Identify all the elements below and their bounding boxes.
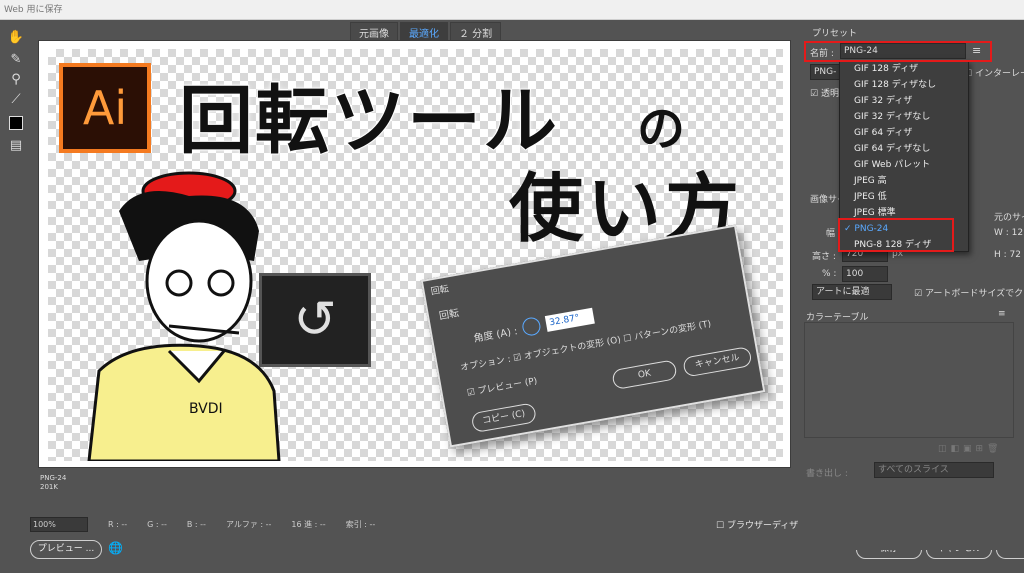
- preset-option[interactable]: GIF 128 ディザ: [840, 61, 968, 77]
- shirt-text: BVDI: [189, 401, 223, 417]
- readout-g: G : --: [147, 519, 167, 529]
- original-height-label: H :: [994, 250, 1007, 260]
- dialog-cancel-button: キャンセル: [682, 346, 753, 378]
- resample-select[interactable]: アートに最適: [812, 284, 892, 300]
- dialog-group-label: 回転: [438, 308, 460, 323]
- preset-option[interactable]: GIF Web パレット: [840, 157, 968, 173]
- eyedropper-icon[interactable]: ⟋: [7, 92, 25, 108]
- optimized-info: PNG-24 201K: [40, 474, 66, 492]
- browser-dither-checkbox[interactable]: ☐ ブラウザーディザ: [716, 518, 798, 531]
- transparency-checkbox[interactable]: ☑ 透明: [810, 86, 839, 99]
- dialog-preview-checkbox: ☑ プレビュー (P): [466, 376, 539, 399]
- dialog-ok-button: OK: [611, 359, 678, 391]
- readout-alpha: アルファ : --: [225, 519, 272, 529]
- preset-option[interactable]: GIF 64 ディザ: [840, 125, 968, 141]
- preset-option[interactable]: JPEG 高: [840, 173, 968, 189]
- export-select[interactable]: すべてのスライス: [874, 462, 994, 478]
- transparency-label: 透明: [820, 89, 839, 99]
- angle-label: 角度 (A) :: [472, 325, 519, 345]
- readout-hex: 16 進 : --: [291, 519, 326, 529]
- export-label: 書き出し :: [806, 469, 848, 479]
- original-width-value: 12: [1011, 228, 1024, 238]
- preview-button[interactable]: プレビュー ...: [30, 540, 102, 559]
- slice-select-icon[interactable]: ✎: [7, 52, 25, 68]
- angle-input: 32.87°: [545, 307, 596, 332]
- globe-icon[interactable]: 🌐: [108, 541, 123, 555]
- preset-option[interactable]: JPEG 低: [840, 189, 968, 205]
- status-bar: 100% R : -- G : -- B : -- アルファ : -- 16 進…: [30, 516, 800, 532]
- highlight-png-options: [838, 218, 954, 252]
- zoom-icon[interactable]: ⚲: [7, 72, 25, 88]
- highlight-preset-name: [804, 41, 992, 62]
- browser-dither-label: ブラウザーディザ: [726, 521, 799, 531]
- interlace-checkbox[interactable]: ☐ インターレース: [964, 66, 1024, 79]
- preset-title: プリセット: [812, 29, 858, 39]
- optimized-size: 201K: [40, 483, 58, 491]
- color-table-menu-icon[interactable]: ≡: [998, 309, 1006, 319]
- interlace-label: インターレース: [974, 69, 1024, 79]
- preset-option[interactable]: GIF 64 ディザなし: [840, 141, 968, 157]
- readout-b: B : --: [186, 519, 206, 529]
- clip-artboard-checkbox[interactable]: ☑ アートボードサイズでクリ: [914, 286, 1024, 299]
- percent-input[interactable]: 100: [842, 266, 888, 282]
- zoom-select[interactable]: 100%: [30, 516, 88, 532]
- original-height: H : 72: [994, 250, 1021, 260]
- color-table: [804, 322, 1014, 438]
- dialog-preview-label: プレビュー (P): [477, 376, 539, 397]
- format-select[interactable]: PNG-: [810, 64, 840, 80]
- angle-dial-icon: [521, 316, 543, 337]
- toggle-slices-icon[interactable]: ▤: [7, 138, 25, 154]
- preset-option[interactable]: GIF 32 ディザ: [840, 93, 968, 109]
- height-label: 高さ :: [812, 252, 836, 262]
- optimized-format: PNG-24: [40, 474, 67, 482]
- dialog-copy-button: コピー (C): [470, 402, 538, 434]
- color-swatch[interactable]: [9, 116, 23, 130]
- readout-r: R : --: [108, 519, 128, 529]
- dialog-title: 回転: [430, 284, 450, 298]
- original-width-label: W :: [994, 228, 1009, 238]
- percent-label: % :: [822, 269, 837, 279]
- original-size-title: 元のサイ: [994, 213, 1024, 223]
- readout-index: 索引 : --: [345, 519, 376, 529]
- hand-icon[interactable]: ✋: [7, 30, 25, 46]
- clip-artboard-label: アートボードサイズでクリ: [924, 289, 1024, 299]
- window-title: Web 用に保存: [0, 0, 1024, 20]
- tool-strip: ✋ ✎ ⚲ ⟋ ▤: [0, 20, 30, 500]
- illustrator-logo: Ai: [59, 63, 151, 153]
- original-width: W : 12: [994, 228, 1023, 238]
- preview-canvas[interactable]: Ai 回転ツール の 使い方 BVDI ↺ 回転 回転 角度 (A) : 32.…: [38, 40, 791, 468]
- color-table-actions-icon[interactable]: ◫◧▣⊞🗑: [938, 444, 1002, 454]
- original-height-value: 72: [1009, 250, 1021, 260]
- rotate-tool-icon: ↺: [259, 273, 371, 367]
- preset-option[interactable]: GIF 128 ディザなし: [840, 77, 968, 93]
- preset-option[interactable]: GIF 32 ディザなし: [840, 109, 968, 125]
